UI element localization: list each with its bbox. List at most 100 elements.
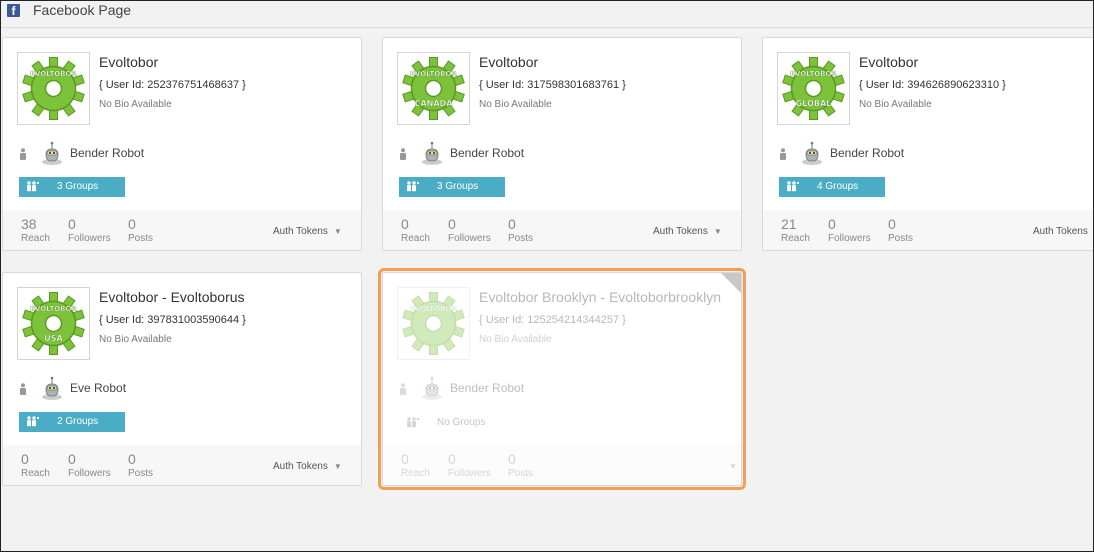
bio-text: No Bio Available (479, 334, 552, 345)
bio-text: No Bio Available (859, 99, 932, 110)
page-name: Evoltobor (859, 54, 919, 70)
groups-badge[interactable]: 3 Groups (399, 177, 505, 197)
svg-text:EVOLTOBOR: EVOLTOBOR (410, 70, 457, 78)
app-frame: f Facebook Page EVOLTOBOR Evoltobor { Us… (0, 0, 1094, 552)
robot-name: Bender Robot (830, 146, 905, 160)
auth-tokens-dropdown[interactable]: Auth Tokens ▼ (273, 226, 342, 237)
groups-text: No Groups (437, 417, 486, 428)
auth-tokens-label: Auth Tokens (1033, 226, 1088, 237)
page-avatar: EVOLTOBOR GLOBAL (777, 52, 850, 125)
page-name: Evoltobor (479, 54, 539, 70)
robot-icon (422, 376, 442, 400)
stats-bar: 0 Reach 0 Followers 0 Posts ▼ (383, 445, 741, 485)
caret-down-icon: ▼ (333, 227, 342, 236)
stats-bar: 0 Reach 0 Followers 0 Posts Auth Tokens ▼ (3, 445, 361, 485)
svg-text:USA: USA (44, 334, 63, 343)
gear-logo-icon: EVOLTOBOR (22, 57, 85, 120)
person-icon (20, 148, 26, 160)
person-icon (20, 383, 26, 395)
page-name: Evoltobor - Evoltoborus (99, 289, 245, 305)
groups-text: 3 Groups (57, 181, 99, 192)
auth-tokens-label: Auth Tokens (273, 226, 328, 237)
auth-tokens-dropdown[interactable]: ▼ (723, 461, 737, 472)
corner-flag-icon (720, 273, 741, 294)
bio-text: No Bio Available (99, 334, 172, 345)
reach-value: 38 (21, 216, 37, 232)
followers-value: 0 (448, 451, 456, 467)
user-id: { User Id: 252376751468637 } (99, 79, 246, 91)
page-card[interactable]: EVOLTOBOR USA Evoltobor - Evoltoborus { … (2, 272, 362, 486)
posts-label: Posts (508, 468, 534, 479)
stat-followers: 0 Followers (68, 216, 111, 244)
posts-value: 0 (128, 216, 136, 232)
page-card[interactable]: EVOLTOBOR GLOBAL Evoltobor { User Id: 39… (762, 37, 1093, 251)
person-icon (400, 148, 406, 160)
followers-value: 0 (828, 216, 836, 232)
auth-tokens-label: Auth Tokens (653, 226, 708, 237)
stat-posts: 0 Posts (128, 216, 153, 244)
auth-tokens-dropdown[interactable]: Auth Tokens▼ (1033, 226, 1093, 237)
user-id: { User Id: 397831003590644 } (99, 314, 246, 326)
robot-name: Bender Robot (450, 381, 525, 395)
svg-text:EVOLTOBOR: EVOLTOBOR (410, 305, 457, 313)
followers-label: Followers (448, 233, 491, 244)
groups-icon (27, 416, 39, 427)
svg-text:GLOBAL: GLOBAL (796, 99, 832, 108)
stat-posts: 0 Posts (508, 451, 533, 479)
user-id: { User Id: 125254214344257 } (479, 314, 626, 326)
followers-label: Followers (68, 468, 111, 479)
page-card[interactable]: EVOLTOBOR CANADA Evoltobor { User Id: 31… (382, 37, 742, 251)
gear-logo-icon: EVOLTOBOR CANADA (402, 57, 465, 120)
stat-posts: 0 Posts (888, 216, 913, 244)
auth-tokens-dropdown[interactable]: Auth Tokens▼ (273, 461, 342, 472)
reach-value: 0 (401, 216, 409, 232)
user-id: { User Id: 317598301683761 } (479, 79, 626, 91)
stat-reach: 38 Reach (21, 216, 50, 244)
page-card[interactable]: EVOLTOBOR Evoltobor { User Id: 252376751… (2, 37, 362, 251)
groups-badge[interactable]: 4 Groups (779, 177, 885, 197)
followers-label: Followers (68, 233, 111, 244)
stat-reach: 0 Reach (401, 216, 430, 244)
robot-icon (802, 141, 822, 165)
stat-followers: 0 Followers (448, 451, 491, 479)
stat-posts: 0 Posts (128, 451, 153, 479)
svg-text:EVOLTOBOR: EVOLTOBOR (30, 70, 77, 78)
reach-value: 0 (401, 451, 409, 467)
reach-label: Reach (781, 233, 810, 244)
posts-value: 0 (128, 451, 136, 467)
posts-label: Posts (128, 468, 154, 479)
groups-badge[interactable]: 2 Groups (19, 412, 125, 432)
svg-text:EVOLTOBOR: EVOLTOBOR (790, 70, 837, 78)
reach-value: 0 (21, 451, 29, 467)
page-avatar: EVOLTOBOR (397, 287, 470, 360)
stat-followers: 0 Followers (448, 216, 491, 244)
robot-name: Bender Robot (70, 146, 145, 160)
bio-text: No Bio Available (479, 99, 552, 110)
stat-posts: 0 Posts (508, 216, 533, 244)
reach-label: Reach (21, 468, 50, 479)
auth-tokens-dropdown[interactable]: Auth Tokens ▼ (653, 226, 722, 237)
reach-label: Reach (401, 468, 430, 479)
caret-down-icon: ▼ (713, 227, 722, 236)
page-title: Facebook Page (33, 2, 132, 18)
page-card-selected[interactable]: EVOLTOBOR Evoltobor Brooklyn - Evoltobor… (378, 268, 746, 490)
page-avatar: EVOLTOBOR CANADA (397, 52, 470, 125)
robot-name: Eve Robot (70, 381, 127, 395)
groups-badge[interactable]: 3 Groups (19, 177, 125, 197)
groups-text: 4 Groups (817, 181, 859, 192)
page-name: Evoltobor Brooklyn - Evoltoborbrooklyn (479, 289, 722, 305)
stats-bar: 0 Reach 0 Followers 0 Posts Auth Tokens ▼ (383, 210, 741, 250)
svg-text:CANADA: CANADA (415, 99, 454, 108)
person-icon (780, 148, 786, 160)
robot-icon (42, 376, 62, 400)
posts-label: Posts (508, 233, 534, 244)
reach-value: 21 (781, 216, 797, 232)
posts-value: 0 (508, 216, 516, 232)
caret-down-icon: ▼ (333, 462, 342, 471)
stat-followers: 0 Followers (68, 451, 111, 479)
posts-value: 0 (508, 451, 516, 467)
page-avatar: EVOLTOBOR USA (17, 287, 90, 360)
followers-label: Followers (448, 468, 491, 479)
no-groups-label: No Groups (399, 413, 599, 433)
gear-logo-icon: EVOLTOBOR GLOBAL (782, 57, 845, 120)
